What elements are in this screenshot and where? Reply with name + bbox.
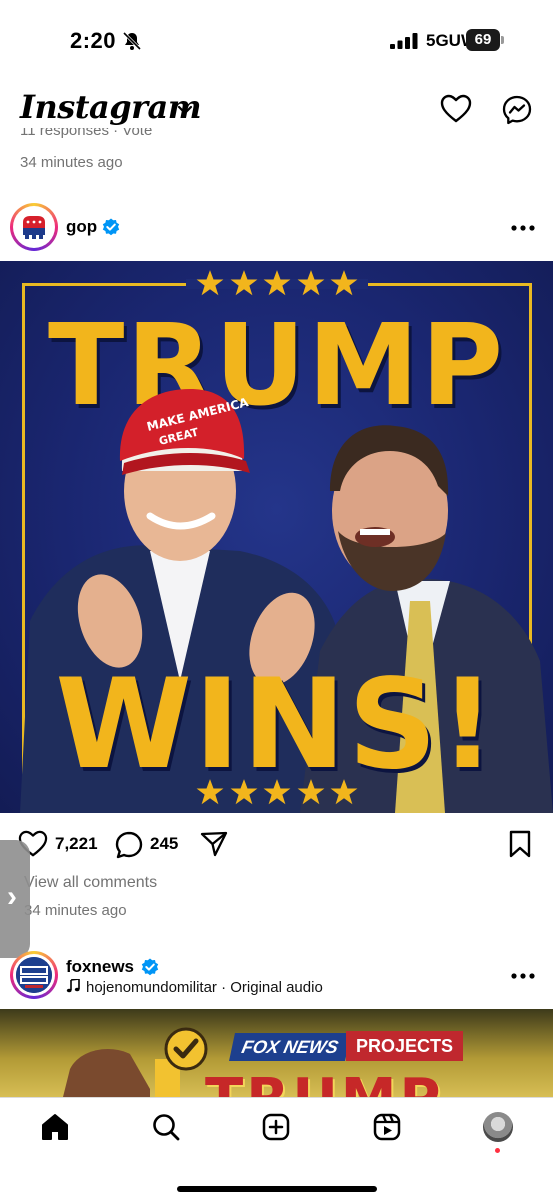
chevron-down-icon[interactable]: [177, 104, 193, 116]
bookmark-icon[interactable]: [508, 830, 532, 858]
like-count[interactable]: 7,221: [55, 834, 98, 854]
post-actions: 7,221 245: [0, 822, 553, 866]
profile-avatar[interactable]: [483, 1112, 513, 1142]
search-icon[interactable]: [151, 1112, 181, 1142]
projects-banner: PROJECTS: [346, 1031, 464, 1061]
stars-bottom: [196, 778, 358, 808]
create-icon[interactable]: [261, 1112, 291, 1142]
foxnews-banner: FOX NEWS: [229, 1033, 351, 1061]
elephant-icon: [16, 209, 52, 245]
messenger-icon[interactable]: [501, 94, 533, 126]
bell-slash-icon: [122, 31, 142, 51]
foxnews-logo-mark: [16, 957, 52, 993]
comment-count[interactable]: 245: [150, 834, 178, 854]
home-icon[interactable]: [40, 1112, 70, 1142]
more-icon[interactable]: [510, 224, 536, 232]
bottom-nav: [0, 1097, 553, 1200]
comment-icon[interactable]: [114, 830, 144, 860]
home-indicator: [177, 1186, 377, 1192]
avatar-frame: [13, 206, 55, 248]
avatar[interactable]: [10, 951, 58, 999]
notification-dot: [495, 1148, 500, 1153]
instagram-logo[interactable]: Instagram: [20, 88, 202, 126]
image-headline-bottom: WINS!: [55, 653, 498, 797]
verified-icon: [102, 218, 120, 236]
status-bar: 2:20 5GUW 69: [0, 0, 553, 80]
battery-level: 69: [466, 29, 500, 51]
chevron-right-icon: ›: [7, 880, 17, 913]
post-username[interactable]: gop: [66, 217, 97, 237]
avatar-frame: [13, 954, 55, 996]
post-username[interactable]: foxnews: [66, 957, 134, 977]
post-time: 34 minutes ago: [24, 902, 127, 919]
view-all-comments-link[interactable]: View all comments: [24, 874, 157, 892]
next-post-headline: TRUMP: [205, 1067, 444, 1099]
signal-icon: [390, 33, 418, 49]
music-note-icon: [66, 979, 80, 993]
star-icon: [196, 779, 224, 805]
post-audio[interactable]: hojenomundomilitar · Original audio: [66, 979, 323, 996]
battery-indicator: 69: [466, 29, 506, 51]
audio-label: hojenomundomilitar · Original audio: [86, 979, 323, 996]
side-panel-handle[interactable]: ›: [0, 840, 30, 958]
star-icon: [330, 779, 358, 805]
post-image[interactable]: TRUMP MAKE AMERICA GREAT WINS!: [0, 261, 553, 813]
star-icon: [230, 779, 257, 805]
star-icon: [297, 779, 324, 805]
share-icon[interactable]: [200, 830, 228, 858]
verified-icon: [141, 958, 159, 976]
reels-icon[interactable]: [372, 1112, 402, 1142]
post-header: foxnews hojenomundomilitar · Original au…: [0, 945, 553, 1005]
star-icon: [263, 779, 291, 805]
next-post-image[interactable]: FOX NEWS PROJECTS TRUMP: [0, 1009, 553, 1099]
avatar[interactable]: [10, 203, 58, 251]
heart-icon[interactable]: [440, 94, 472, 124]
foxnews-logo: [16, 957, 52, 993]
status-time: 2:20: [70, 28, 117, 53]
more-icon[interactable]: [510, 972, 536, 980]
previous-post-time: 34 minutes ago: [20, 154, 123, 171]
battery-cap: [501, 36, 504, 44]
checkmark-badge-icon: [164, 1027, 208, 1071]
gop-logo: [16, 209, 52, 245]
post-header: gop: [0, 197, 553, 257]
hand-illustration: [62, 1049, 180, 1099]
previous-post-caption: 11 responses · Vote: [20, 128, 153, 139]
